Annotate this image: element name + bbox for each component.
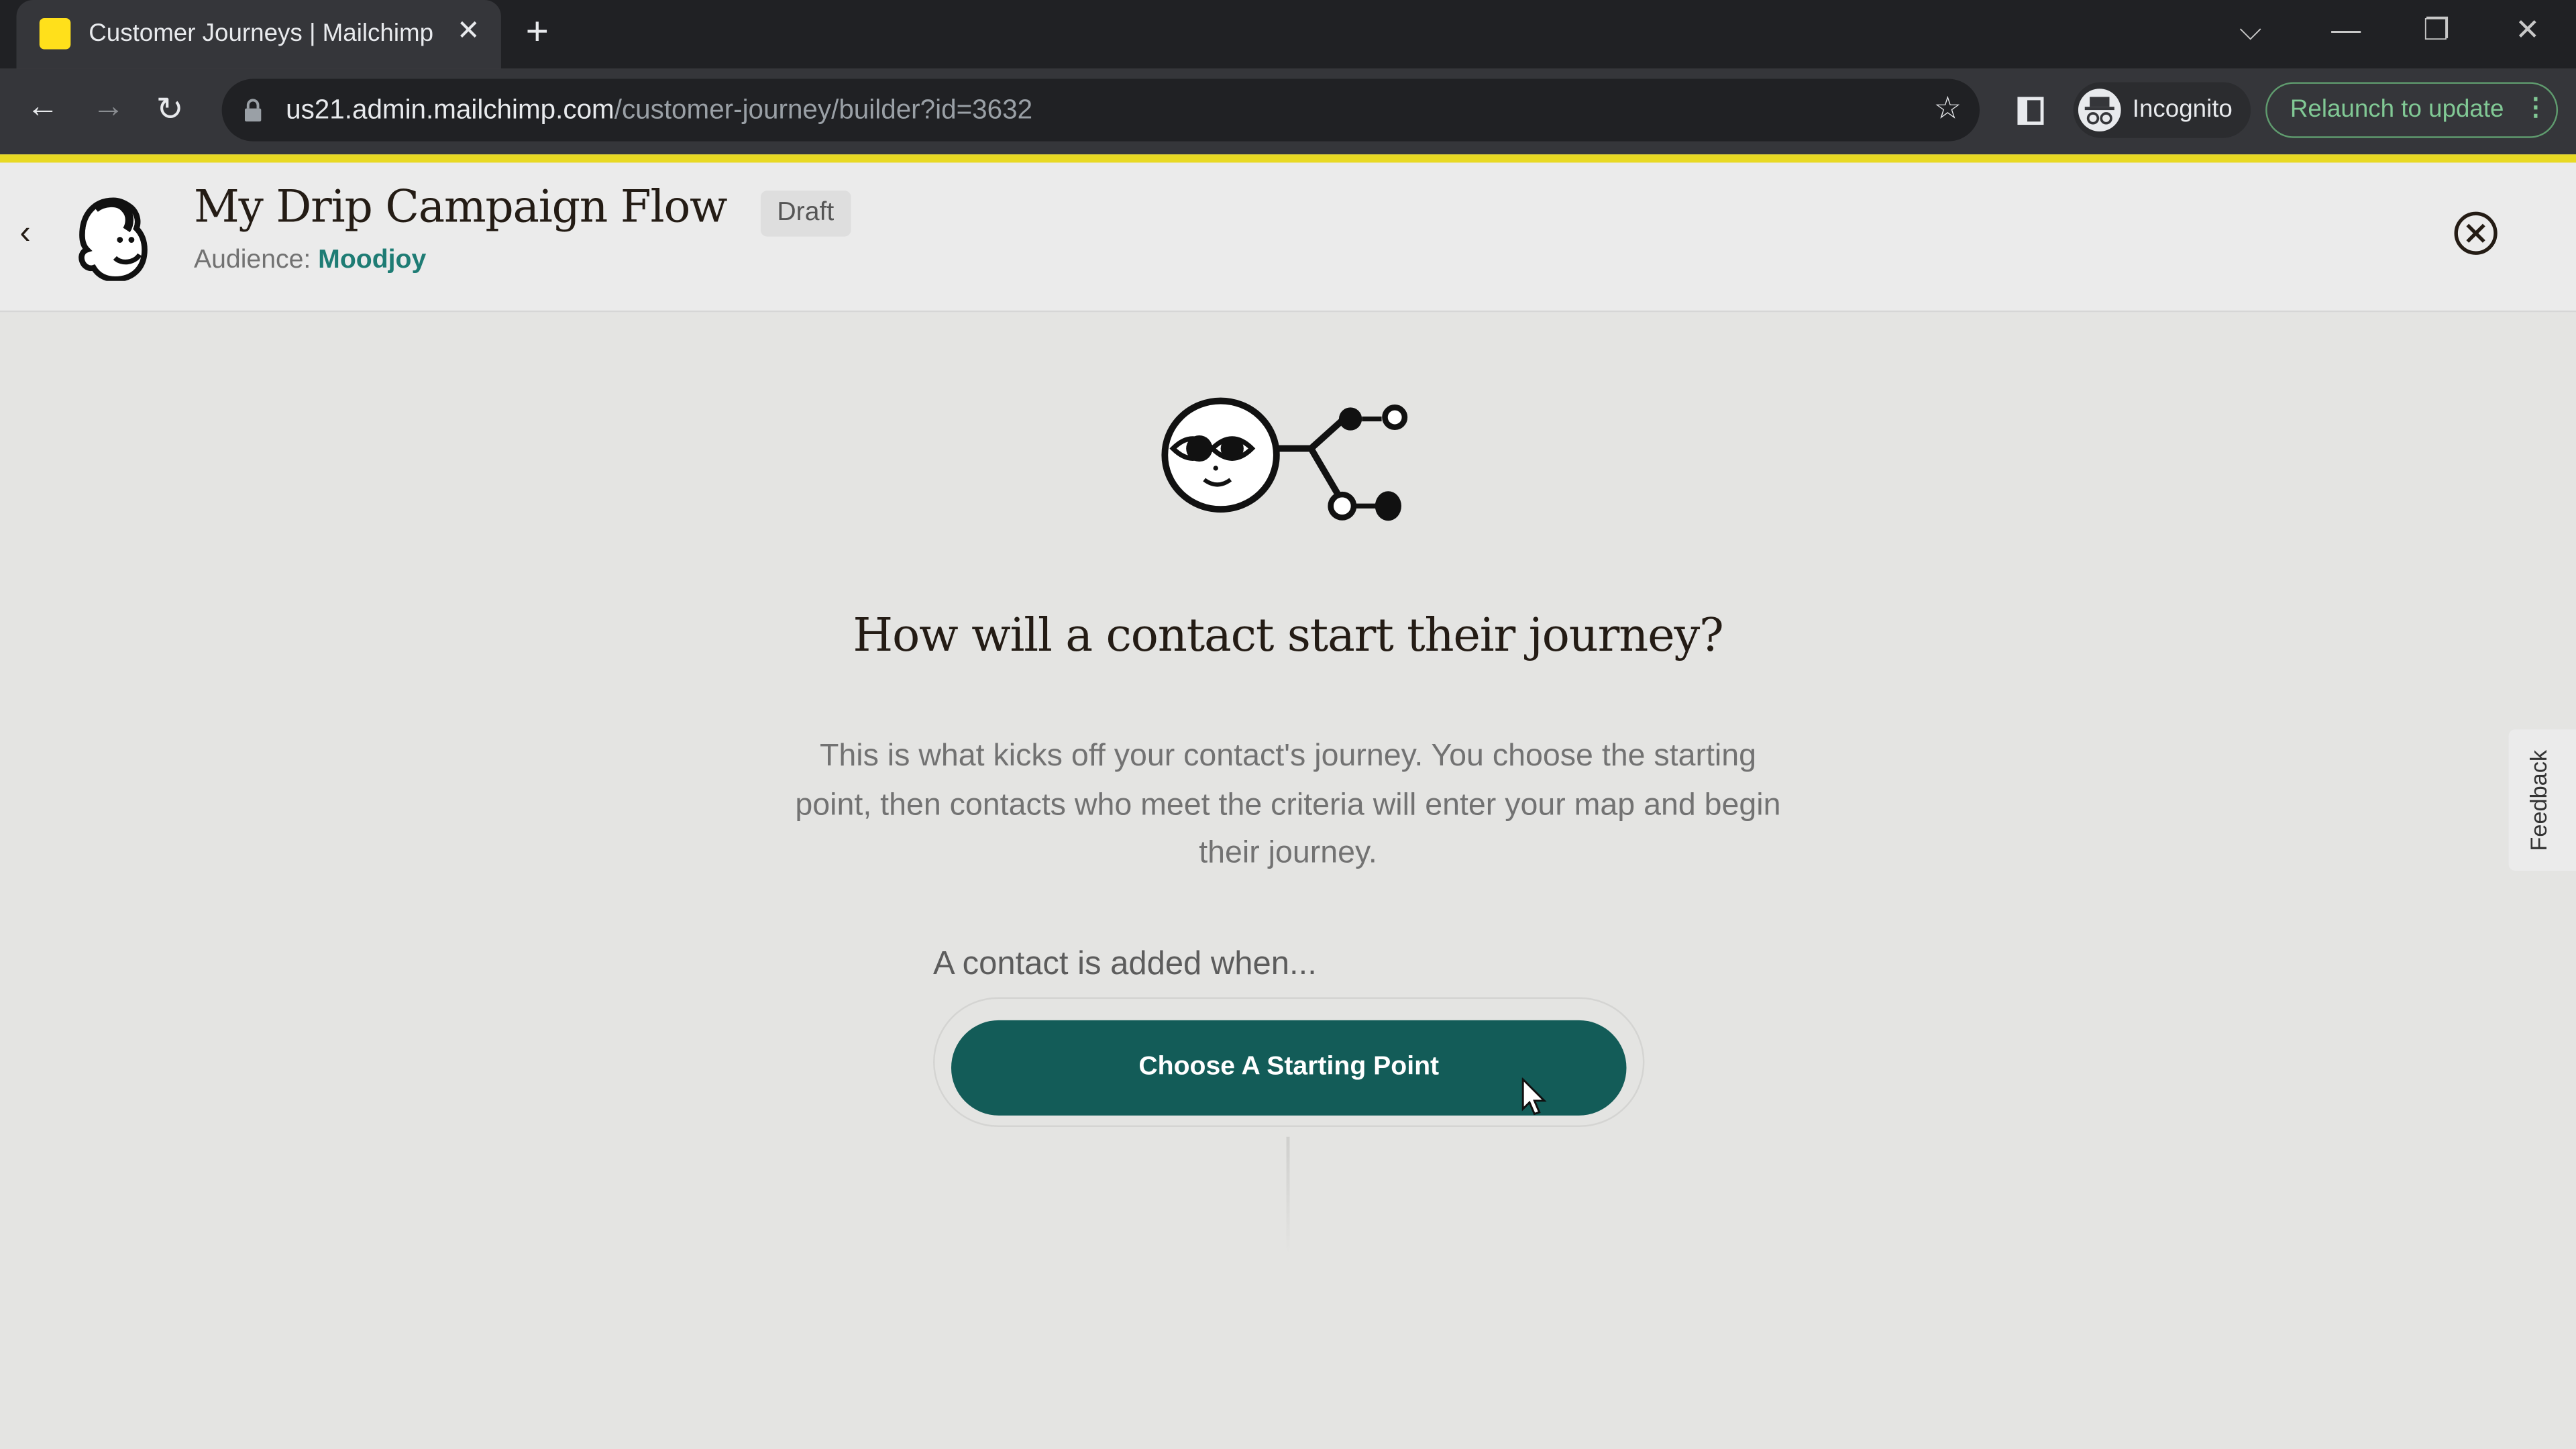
tab-close-icon[interactable]: ✕ xyxy=(457,15,480,48)
window-close-icon[interactable]: ✕ xyxy=(2515,13,2540,48)
mouse-cursor-icon xyxy=(1521,1077,1547,1116)
back-chevron-icon[interactable]: ‹ xyxy=(19,215,30,253)
journey-heading: How will a contact start their journey? xyxy=(853,608,1723,662)
tab-title: Customer Journeys | Mailchimp xyxy=(89,19,434,48)
tab-search-chevron-icon[interactable]: ⌵ xyxy=(2239,13,2261,48)
mailchimp-favicon-icon xyxy=(39,17,71,50)
lock-icon xyxy=(244,99,262,122)
address-bar[interactable]: us21.admin.mailchimp.com/customer-journe… xyxy=(221,78,1980,142)
feedback-tab[interactable]: Feedback xyxy=(2508,729,2576,871)
url-text: us21.admin.mailchimp.com/customer-journe… xyxy=(286,95,1033,125)
reload-icon[interactable]: ↻ xyxy=(156,89,184,129)
incognito-indicator[interactable]: Incognito xyxy=(2073,82,2251,138)
back-icon[interactable]: ← xyxy=(26,89,59,126)
trigger-label: A contact is added when... xyxy=(933,946,1317,983)
feedback-label: Feedback xyxy=(2525,749,2552,851)
page-title: My Drip Campaign Flow xyxy=(193,182,728,233)
incognito-icon xyxy=(2078,89,2121,131)
relaunch-label: Relaunch to update xyxy=(2290,95,2504,123)
relaunch-to-update-button[interactable]: Relaunch to update ⋮ xyxy=(2265,82,2559,138)
mailchimp-logo-icon xyxy=(78,197,148,281)
audience-link[interactable]: Moodjoy xyxy=(318,246,426,274)
status-badge: Draft xyxy=(760,191,851,237)
journey-connector-line xyxy=(1286,1136,1290,1256)
brand-accent-bar xyxy=(0,154,2576,163)
bookmark-star-icon[interactable]: ☆ xyxy=(1933,91,1962,128)
side-panel-icon[interactable] xyxy=(2017,97,2044,125)
audience-info: Audience: Moodjoy xyxy=(193,246,427,274)
screen: Customer Journeys | Mailchimp ✕ + ⌵ — ❐ … xyxy=(0,0,2576,1449)
journey-illustration-icon xyxy=(1161,397,1408,521)
minimize-icon[interactable]: — xyxy=(2331,13,2361,48)
tab-bar: Customer Journeys | Mailchimp ✕ + ⌵ — ❐ … xyxy=(0,0,2576,69)
close-circle-icon[interactable] xyxy=(2453,210,2499,256)
more-menu-icon[interactable]: ⋮ xyxy=(2524,92,2548,122)
journey-description: This is what kicks off your contact's jo… xyxy=(795,739,1781,871)
browser-toolbar: ← → ↻ us21.admin.mailchimp.com/customer-… xyxy=(0,68,2576,155)
incognito-label: Incognito xyxy=(2132,95,2233,123)
browser-tab[interactable]: Customer Journeys | Mailchimp ✕ xyxy=(16,0,501,69)
restore-icon[interactable]: ❐ xyxy=(2423,13,2450,48)
new-tab-icon[interactable]: + xyxy=(526,10,549,56)
journey-header: ‹ My Drip Campaign Flow Draft Audience: … xyxy=(0,162,2576,313)
forward-icon[interactable]: → xyxy=(92,89,125,126)
